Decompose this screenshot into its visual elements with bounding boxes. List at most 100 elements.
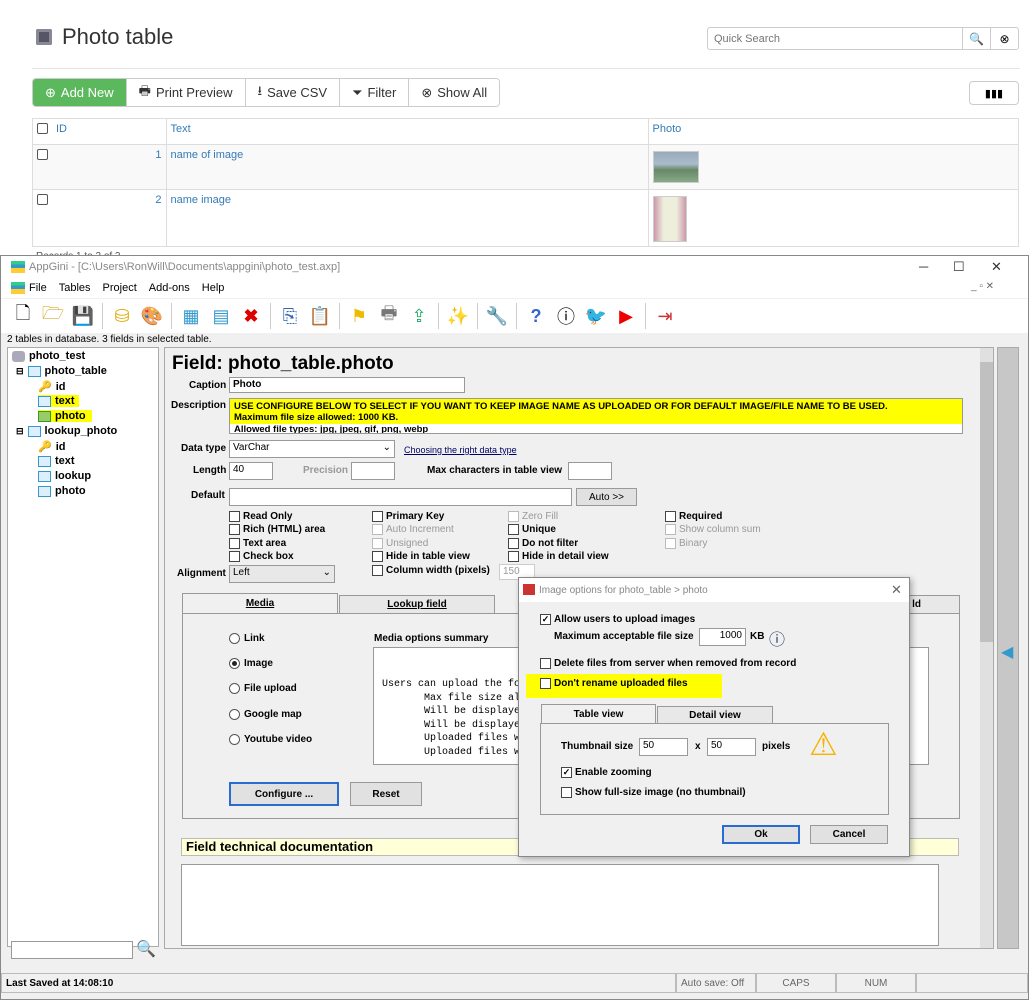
close-icon[interactable]: ✕	[991, 259, 1002, 275]
enable-zooming-checkbox[interactable]: ✓ Enable zooming	[561, 767, 652, 778]
do-not-filter-checkbox[interactable]: Do not filter	[508, 538, 578, 549]
radio-youtube[interactable]: Youtube video	[229, 734, 312, 745]
tree-db[interactable]: photo_test	[12, 350, 85, 362]
tab-media[interactable]: Media	[182, 593, 338, 613]
paste-icon[interactable]: 📋	[308, 304, 332, 328]
minimize-icon[interactable]: ─	[919, 259, 928, 274]
tree-field-lookup[interactable]: lookup	[38, 470, 91, 482]
print-icon[interactable]: 🖶	[377, 303, 401, 328]
tree-field-id[interactable]: 🔑 id	[38, 380, 65, 394]
col-photo[interactable]: Photo	[647, 118, 1019, 145]
side-panel-collapse[interactable]: ◀	[997, 347, 1019, 949]
cell-text[interactable]: name of image	[165, 144, 649, 190]
scrollbar[interactable]	[980, 348, 993, 948]
radio-google-map[interactable]: Google map	[229, 709, 302, 720]
tree-field-id[interactable]: 🔑 id	[38, 440, 65, 454]
save-icon[interactable]: 💾	[71, 304, 95, 328]
menu-file[interactable]: File	[29, 282, 47, 294]
unique-checkbox[interactable]: Unique	[508, 524, 556, 535]
tree-search-input[interactable]	[11, 941, 133, 959]
info-icon[interactable]: ⓘ	[554, 304, 578, 328]
tree-field-text[interactable]: text	[38, 395, 79, 407]
tab-lookup-field[interactable]: Lookup field	[339, 595, 495, 613]
palette-icon[interactable]: 🎨	[140, 304, 164, 328]
zero-fill-checkbox[interactable]: Zero Fill	[508, 511, 558, 522]
maximize-icon[interactable]: ☐	[953, 259, 965, 275]
search-icon[interactable]: 🔍	[962, 28, 990, 49]
configure-button[interactable]: Configure ...	[229, 782, 339, 806]
caption-input[interactable]: Photo	[229, 377, 465, 393]
dont-rename-checkbox[interactable]: Don't rename uploaded files	[540, 678, 688, 689]
length-input[interactable]: 40	[229, 462, 273, 480]
column-width-checkbox[interactable]: Column width (pixels)	[372, 565, 490, 576]
delete-files-checkbox[interactable]: Delete files from server when removed fr…	[540, 658, 796, 669]
allow-upload-checkbox[interactable]: ✓ Allow users to upload images	[540, 614, 695, 625]
menu-tables[interactable]: Tables	[59, 282, 91, 294]
tab-table-view[interactable]: Table view	[541, 704, 656, 724]
description-input[interactable]: USE CONFIGURE BELOW TO SELECT IF YOU WAN…	[229, 398, 963, 434]
primary-key-checkbox[interactable]: Primary Key	[372, 511, 444, 522]
auto-increment-checkbox[interactable]: Auto Increment	[372, 524, 454, 535]
select-all-checkbox[interactable]	[37, 123, 48, 134]
cell-id[interactable]: 1	[52, 144, 167, 190]
youtube-icon[interactable]: ▶	[614, 304, 638, 328]
search-icon[interactable]: 🔍	[136, 939, 156, 959]
delete-icon[interactable]: ✖	[239, 304, 263, 328]
cancel-button[interactable]: Cancel	[810, 825, 888, 844]
reset-button[interactable]: Reset	[350, 782, 422, 806]
precision-input[interactable]	[351, 462, 395, 480]
hide-detail-view-checkbox[interactable]: Hide in detail view	[508, 551, 609, 562]
ok-button[interactable]: Ok	[722, 825, 800, 844]
new-file-icon[interactable]: 🗋	[11, 303, 35, 328]
database-icon[interactable]: ⛁	[110, 304, 134, 328]
menu-help[interactable]: Help	[202, 282, 225, 294]
textarea-checkbox[interactable]: Text area	[229, 538, 286, 549]
columns-button[interactable]: ▮▮▮	[969, 81, 1019, 105]
radio-link[interactable]: Link	[229, 633, 265, 644]
new-table-icon[interactable]: ▦	[179, 304, 203, 328]
flag-icon[interactable]: ⚑	[347, 304, 371, 328]
radio-image[interactable]: Image	[229, 658, 273, 669]
table-row[interactable]: 1 name of image	[32, 144, 1019, 190]
row-checkbox[interactable]	[37, 149, 48, 160]
photo-thumbnail[interactable]	[652, 151, 699, 183]
wand-icon[interactable]: ✨	[446, 304, 470, 328]
menu-addons[interactable]: Add-ons	[149, 282, 190, 294]
filter-button[interactable]: ⏷ Filter	[339, 79, 409, 106]
exit-icon[interactable]: ⇥	[653, 304, 677, 328]
show-column-sum-checkbox[interactable]: Show column sum	[665, 524, 761, 535]
show-fullsize-checkbox[interactable]: Show full-size image (no thumbnail)	[561, 787, 746, 798]
datatype-select[interactable]: VarChar ⌄	[229, 440, 395, 458]
doc-textarea[interactable]	[181, 864, 939, 946]
tree-table-lookup[interactable]: ⊟ lookup_photo	[16, 425, 117, 437]
print-preview-button[interactable]: 🖶 Print Preview	[125, 79, 245, 106]
row-checkbox[interactable]	[37, 194, 48, 205]
save-csv-button[interactable]: ⭳ Save CSV	[244, 79, 340, 106]
col-text[interactable]: Text	[165, 118, 649, 145]
search-input[interactable]	[708, 28, 962, 49]
default-input[interactable]	[229, 488, 572, 506]
quick-search[interactable]: 🔍 ⊗	[707, 27, 1019, 50]
thumb-width-input[interactable]: 50	[639, 738, 688, 756]
table-row[interactable]: 2 name image	[32, 189, 1019, 247]
scroll-thumb[interactable]	[980, 362, 993, 642]
tab-detail-view[interactable]: Detail view	[657, 706, 773, 724]
radio-file-upload[interactable]: File upload	[229, 683, 297, 694]
maxchars-input[interactable]	[568, 462, 612, 480]
auto-button[interactable]: Auto >>	[576, 488, 637, 506]
info-icon[interactable]: ⓘ	[769, 626, 785, 650]
checkbox-checkbox[interactable]: Check box	[229, 551, 294, 562]
cell-id[interactable]: 2	[52, 189, 167, 247]
cell-text[interactable]: name image	[165, 189, 649, 247]
show-all-button[interactable]: ⊗ Show All	[408, 79, 500, 106]
twitter-icon[interactable]: 🐦	[584, 304, 608, 328]
maxsize-input[interactable]: 1000	[699, 628, 746, 646]
clear-search-icon[interactable]: ⊗	[990, 28, 1018, 49]
thumb-height-input[interactable]: 50	[707, 738, 756, 756]
new-field-icon[interactable]: ▤	[209, 304, 233, 328]
readonly-checkbox[interactable]: Read Only	[229, 511, 292, 522]
help-icon[interactable]: ?	[524, 304, 548, 328]
hide-table-view-checkbox[interactable]: Hide in table view	[372, 551, 470, 562]
tree-field-photo[interactable]: photo	[38, 485, 86, 497]
tree-field-photo[interactable]: photo	[38, 410, 92, 422]
